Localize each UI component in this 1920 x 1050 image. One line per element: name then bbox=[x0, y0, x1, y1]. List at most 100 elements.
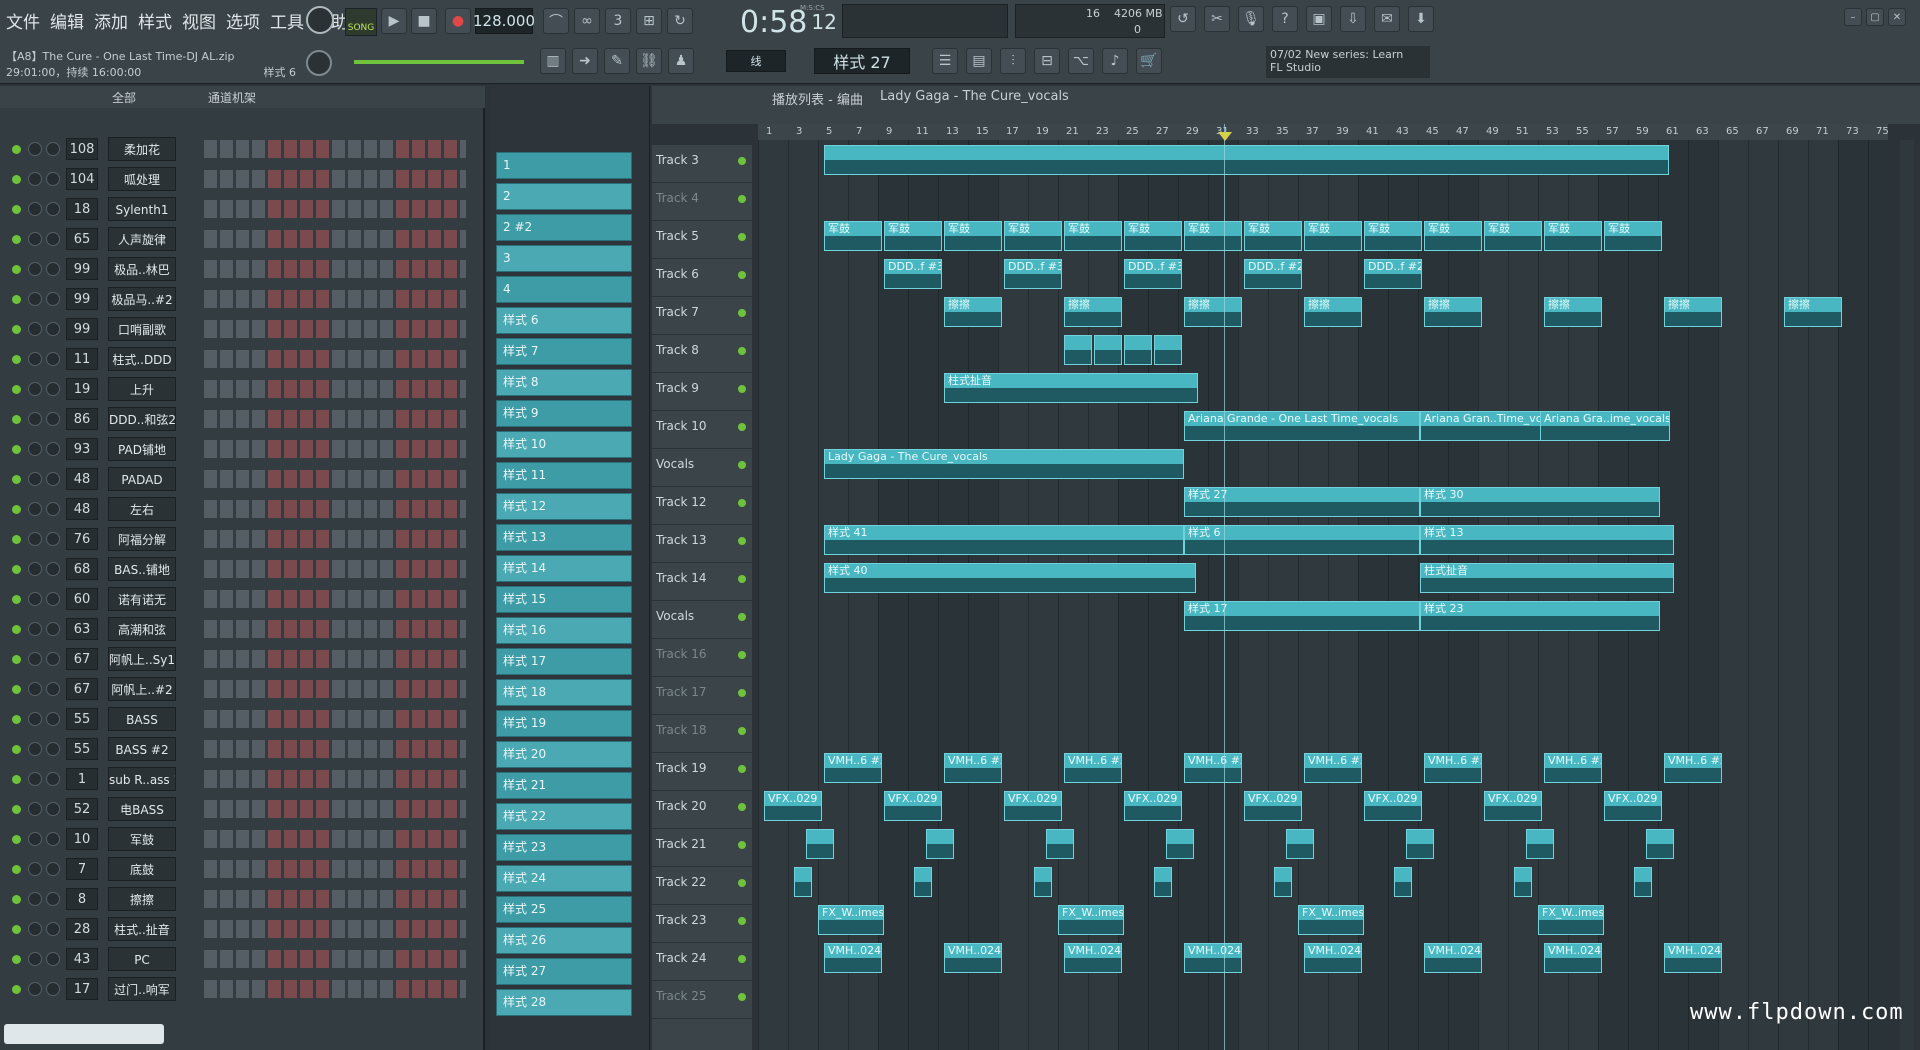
channel-name[interactable]: 柱式..扯音 bbox=[108, 917, 176, 941]
track-mute-led-icon[interactable] bbox=[738, 803, 746, 811]
link-icon[interactable]: ⛓ bbox=[636, 48, 662, 74]
step-sequencer[interactable] bbox=[204, 740, 466, 758]
channel-name[interactable]: 柔加花 bbox=[108, 137, 176, 161]
track-mute-led-icon[interactable] bbox=[738, 347, 746, 355]
playlist-clip[interactable]: 擦擦 bbox=[1664, 297, 1722, 327]
channel-led-icon[interactable] bbox=[12, 865, 21, 874]
playlist-clip[interactable]: 样式 6 bbox=[1184, 525, 1420, 555]
pattern-item[interactable]: 样式 23 bbox=[496, 834, 632, 861]
playlist-clip[interactable]: 擦擦 bbox=[944, 297, 1002, 327]
playlist-clip[interactable] bbox=[1286, 829, 1314, 859]
channel-pan-knob[interactable] bbox=[28, 622, 42, 636]
channel-mixer-number[interactable]: 48 bbox=[66, 498, 98, 520]
channel-row[interactable]: 48 左右 bbox=[8, 496, 478, 522]
channel-pan-knob[interactable] bbox=[28, 742, 42, 756]
playlist-clip[interactable]: Ariana Gra..ime_vocals bbox=[1540, 411, 1670, 441]
playlist-clip[interactable]: FX_W..imes bbox=[818, 905, 884, 935]
channel-row[interactable]: 7 底鼓 bbox=[8, 856, 478, 882]
channel-row[interactable]: 104 呱处理 bbox=[8, 166, 478, 192]
playlist-clip[interactable] bbox=[1154, 335, 1182, 365]
channel-pan-knob[interactable] bbox=[28, 652, 42, 666]
playlist-clip[interactable] bbox=[1154, 867, 1172, 897]
track-header[interactable]: Track 12 bbox=[652, 487, 752, 525]
channel-led-icon[interactable] bbox=[12, 235, 21, 244]
channel-pan-knob[interactable] bbox=[28, 712, 42, 726]
track-header[interactable]: Vocals bbox=[652, 601, 752, 639]
play-icon[interactable]: ▶ bbox=[381, 8, 407, 34]
pattern-selector[interactable]: 样式 27 bbox=[814, 48, 910, 74]
channel-row[interactable]: 28 柱式..扯音 bbox=[8, 916, 478, 942]
playlist-clip[interactable]: 柱式扯音 bbox=[944, 373, 1198, 403]
pattern-item[interactable]: 样式 19 bbox=[496, 710, 632, 737]
playlist-clip[interactable]: 样式 13 bbox=[1420, 525, 1674, 555]
step-sequencer[interactable] bbox=[204, 710, 466, 728]
pattern-item[interactable]: 样式 25 bbox=[496, 896, 632, 923]
step-sequencer[interactable] bbox=[204, 320, 466, 338]
channel-pan-knob[interactable] bbox=[28, 562, 42, 576]
channel-mixer-number[interactable]: 1 bbox=[66, 768, 98, 790]
track-header[interactable]: Track 8 bbox=[652, 335, 752, 373]
channel-led-icon[interactable] bbox=[12, 445, 21, 454]
channel-pan-knob[interactable] bbox=[28, 442, 42, 456]
channel-mixer-number[interactable]: 68 bbox=[66, 558, 98, 580]
channel-volume-knob[interactable] bbox=[46, 472, 60, 486]
step-sequencer[interactable] bbox=[204, 140, 466, 158]
menu-edit[interactable]: 编辑 bbox=[50, 8, 84, 33]
channel-led-icon[interactable] bbox=[12, 715, 21, 724]
step-sequencer[interactable] bbox=[204, 680, 466, 698]
channel-volume-knob[interactable] bbox=[46, 652, 60, 666]
playlist-clip[interactable]: 擦擦 bbox=[1304, 297, 1362, 327]
track-mute-led-icon[interactable] bbox=[738, 499, 746, 507]
playlist-clip[interactable] bbox=[1634, 867, 1652, 897]
track-mute-led-icon[interactable] bbox=[738, 309, 746, 317]
playlist-clip[interactable]: VMH..6 #2 bbox=[1304, 753, 1362, 783]
countdown-icon[interactable]: 3 bbox=[605, 8, 631, 34]
playlist-clip[interactable] bbox=[1046, 829, 1074, 859]
track-mute-led-icon[interactable] bbox=[738, 271, 746, 279]
channel-name[interactable]: PADAD bbox=[108, 467, 176, 491]
channel-name[interactable]: 柱式..DDD bbox=[108, 347, 176, 371]
playhead[interactable] bbox=[1224, 124, 1225, 1050]
channel-led-icon[interactable] bbox=[12, 625, 21, 634]
playlist-clip[interactable]: 擦擦 bbox=[1424, 297, 1482, 327]
channel-volume-knob[interactable] bbox=[46, 682, 60, 696]
playhead-marker-icon[interactable] bbox=[1218, 132, 1232, 141]
track-mute-led-icon[interactable] bbox=[738, 195, 746, 203]
playlist-clip[interactable]: 军鼓 bbox=[1064, 221, 1122, 251]
step-sequencer[interactable] bbox=[204, 860, 466, 878]
pattern-item[interactable]: 样式 18 bbox=[496, 679, 632, 706]
arrow-icon[interactable]: ➜ bbox=[572, 48, 598, 74]
pattern-item[interactable]: 3 bbox=[496, 245, 632, 272]
channel-name[interactable]: 军鼓 bbox=[108, 827, 176, 851]
channel-pan-knob[interactable] bbox=[28, 352, 42, 366]
track-mute-led-icon[interactable] bbox=[738, 841, 746, 849]
playlist-clip[interactable]: VMH..024 bbox=[1304, 943, 1362, 973]
channel-led-icon[interactable] bbox=[12, 925, 21, 934]
playlist-clip[interactable]: VMH..6 #2 bbox=[1664, 753, 1722, 783]
loop-record-icon[interactable]: ↻ bbox=[667, 8, 693, 34]
snap-selector[interactable]: 线 bbox=[726, 50, 786, 72]
channel-pan-knob[interactable] bbox=[28, 772, 42, 786]
track-header[interactable]: Track 18 bbox=[652, 715, 752, 753]
channel-pan-knob[interactable] bbox=[28, 952, 42, 966]
playlist-clip[interactable]: VFX..029 bbox=[764, 791, 822, 821]
track-mute-led-icon[interactable] bbox=[738, 993, 746, 1001]
playlist-clip[interactable] bbox=[1274, 867, 1292, 897]
channel-row[interactable]: 19 上升 bbox=[8, 376, 478, 402]
pattern-item[interactable]: 样式 14 bbox=[496, 555, 632, 582]
channel-volume-knob[interactable] bbox=[46, 922, 60, 936]
track-mute-led-icon[interactable] bbox=[738, 537, 746, 545]
channel-name[interactable]: 阿帆上..Sy1 bbox=[108, 647, 176, 671]
channel-led-icon[interactable] bbox=[12, 895, 21, 904]
playlist-clip[interactable]: VFX..029 bbox=[1124, 791, 1182, 821]
channel-pan-knob[interactable] bbox=[28, 802, 42, 816]
playlist-clip[interactable]: VMH..6 #2 bbox=[944, 753, 1002, 783]
channel-pan-knob[interactable] bbox=[28, 322, 42, 336]
track-header[interactable]: Track 4 bbox=[652, 183, 752, 221]
channel-row[interactable]: 63 高潮和弦 bbox=[8, 616, 478, 642]
channel-row[interactable]: 86 DDD..和弦2 bbox=[8, 406, 478, 432]
playlist-clip[interactable]: 军鼓 bbox=[944, 221, 1002, 251]
track-header[interactable]: Track 9 bbox=[652, 373, 752, 411]
channel-volume-knob[interactable] bbox=[46, 322, 60, 336]
channel-volume-knob[interactable] bbox=[46, 622, 60, 636]
